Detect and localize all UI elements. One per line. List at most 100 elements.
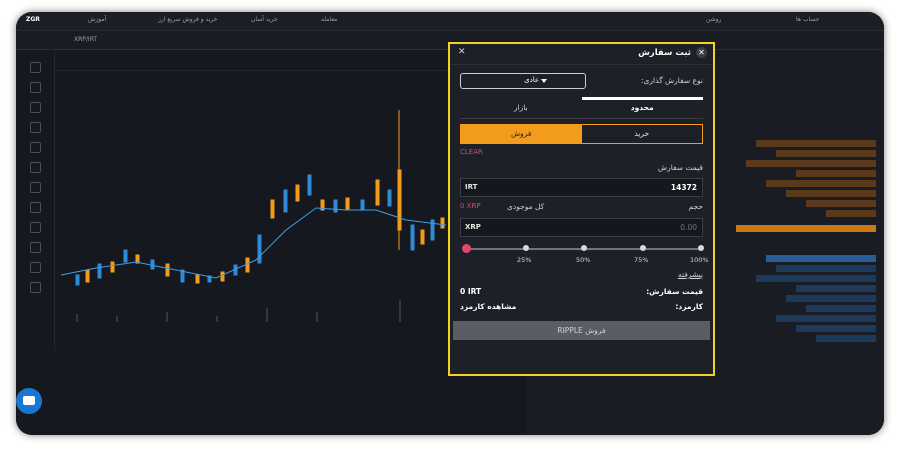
pair-selector[interactable]: XRP/IRT <box>74 36 97 43</box>
accounts-menu[interactable]: حساب ها <box>796 16 819 23</box>
ask-row <box>746 160 876 167</box>
ask-depth-bars <box>736 140 876 232</box>
logo[interactable]: ZGR <box>26 16 40 23</box>
nav-link-learn[interactable]: آموزش <box>88 16 106 23</box>
volume-label: حجم <box>688 202 703 211</box>
order-tabs: بازار محدود <box>460 97 704 119</box>
candle <box>270 199 275 219</box>
candle <box>195 274 200 284</box>
bid-row <box>766 255 876 262</box>
candle <box>110 261 115 273</box>
side-toggle: خرید فروش <box>460 124 703 144</box>
modal-header: ✕ ثبت سفارش ✕ <box>450 44 713 65</box>
candle <box>257 234 262 264</box>
candle <box>307 174 312 196</box>
balance-label: کل موجودی <box>507 202 545 211</box>
active-tab-indicator <box>581 97 703 100</box>
sell-button[interactable]: فروش <box>461 125 582 143</box>
bid-row <box>816 335 876 342</box>
slider-mark-75: 75% <box>634 256 649 264</box>
modal-title: ثبت سفارش <box>638 48 691 58</box>
slider-stop[interactable] <box>523 245 529 251</box>
slider-stop[interactable] <box>640 245 646 251</box>
volume-bar <box>399 300 401 322</box>
amount-slider[interactable] <box>462 244 704 253</box>
candlestick-plot <box>60 110 447 322</box>
candle <box>165 263 170 277</box>
submit-sell-button[interactable]: فروش RIPPLE <box>453 321 710 340</box>
top-navbar: ZGR آموزش خرید و فروش سریع ارز خرید آسان… <box>16 12 884 31</box>
candle <box>123 249 128 263</box>
slider-stop[interactable] <box>581 245 587 251</box>
ask-row <box>786 190 876 197</box>
balance-value: 0 XRP <box>460 202 481 210</box>
candle <box>283 189 288 213</box>
volume-bar <box>216 316 218 322</box>
order-type-select[interactable]: عادی <box>460 73 586 89</box>
ask-row <box>756 140 876 147</box>
candle <box>410 224 415 251</box>
candle <box>360 199 365 211</box>
bid-row <box>796 285 876 292</box>
buy-button[interactable]: خرید <box>581 125 702 143</box>
price-unit: IRT <box>465 183 478 191</box>
bid-row <box>756 275 876 282</box>
slider-mark-25: 25% <box>517 256 532 264</box>
nav-link-trade[interactable]: معامله <box>321 16 337 23</box>
candles-down-group <box>75 174 435 286</box>
bid-row <box>806 305 876 312</box>
candle <box>75 274 80 286</box>
bid-row <box>776 265 876 272</box>
candle <box>345 197 350 211</box>
bid-row <box>796 325 876 332</box>
volume-bar <box>116 316 118 322</box>
chevron-down-icon <box>541 79 547 83</box>
slider-mark-100: 100% <box>690 256 709 264</box>
candle <box>375 179 380 206</box>
ask-row <box>766 180 876 187</box>
chat-icon[interactable] <box>16 388 42 414</box>
advanced-link[interactable]: پیشرفته <box>678 270 703 279</box>
tab-limit[interactable]: محدود <box>582 103 704 112</box>
bid-row <box>776 315 876 322</box>
volume-bar <box>266 308 268 322</box>
ask-row <box>776 150 876 157</box>
ask-row <box>826 210 876 217</box>
volume-bar <box>316 312 318 322</box>
price-chart[interactable] <box>16 50 448 350</box>
app-window: ZGR آموزش خرید و فروش سریع ارز خرید آسان… <box>16 12 884 435</box>
nav-link-easy-buy[interactable]: خرید آسان <box>251 16 278 23</box>
moving-average-line <box>60 207 447 279</box>
fee-link[interactable]: مشاهده کارمزد <box>460 302 516 311</box>
order-type-value: عادی <box>524 76 539 84</box>
clear-button[interactable]: CLEAR <box>460 148 483 156</box>
volume-unit: XRP <box>465 223 481 231</box>
candle <box>333 199 338 213</box>
candles-up-group <box>85 169 445 284</box>
slider-mark-50: 50% <box>576 256 591 264</box>
bid-row <box>786 295 876 302</box>
candle <box>295 184 300 202</box>
volume-input[interactable]: XRP 0.00 <box>460 218 703 237</box>
volume-bar <box>76 314 78 322</box>
total-value: 0 IRT <box>460 287 482 296</box>
close-icon[interactable]: ✕ <box>696 47 707 58</box>
price-input[interactable]: IRT 14372 <box>460 178 703 197</box>
slider-stop[interactable] <box>698 245 704 251</box>
ask-row <box>736 225 876 232</box>
price-label: قیمت سفارش <box>657 163 703 172</box>
candle <box>85 269 90 283</box>
price-value: 14372 <box>670 183 697 192</box>
nav-link-quick-trade[interactable]: خرید و فروش سریع ارز <box>158 16 217 23</box>
ask-row <box>806 200 876 207</box>
close-icon[interactable]: ✕ <box>458 47 466 57</box>
order-modal: ✕ ثبت سفارش ✕ نوع سفارش گذاری: عادی بازا… <box>448 42 715 376</box>
ask-row <box>796 170 876 177</box>
candle <box>97 263 102 279</box>
tab-market[interactable]: بازار <box>460 103 582 112</box>
slider-handle[interactable] <box>462 244 471 253</box>
theme-toggle[interactable]: روشن <box>706 16 721 23</box>
bid-depth-bars <box>756 255 876 342</box>
fee-label: کارمزد: <box>675 302 703 311</box>
candle <box>420 229 425 245</box>
